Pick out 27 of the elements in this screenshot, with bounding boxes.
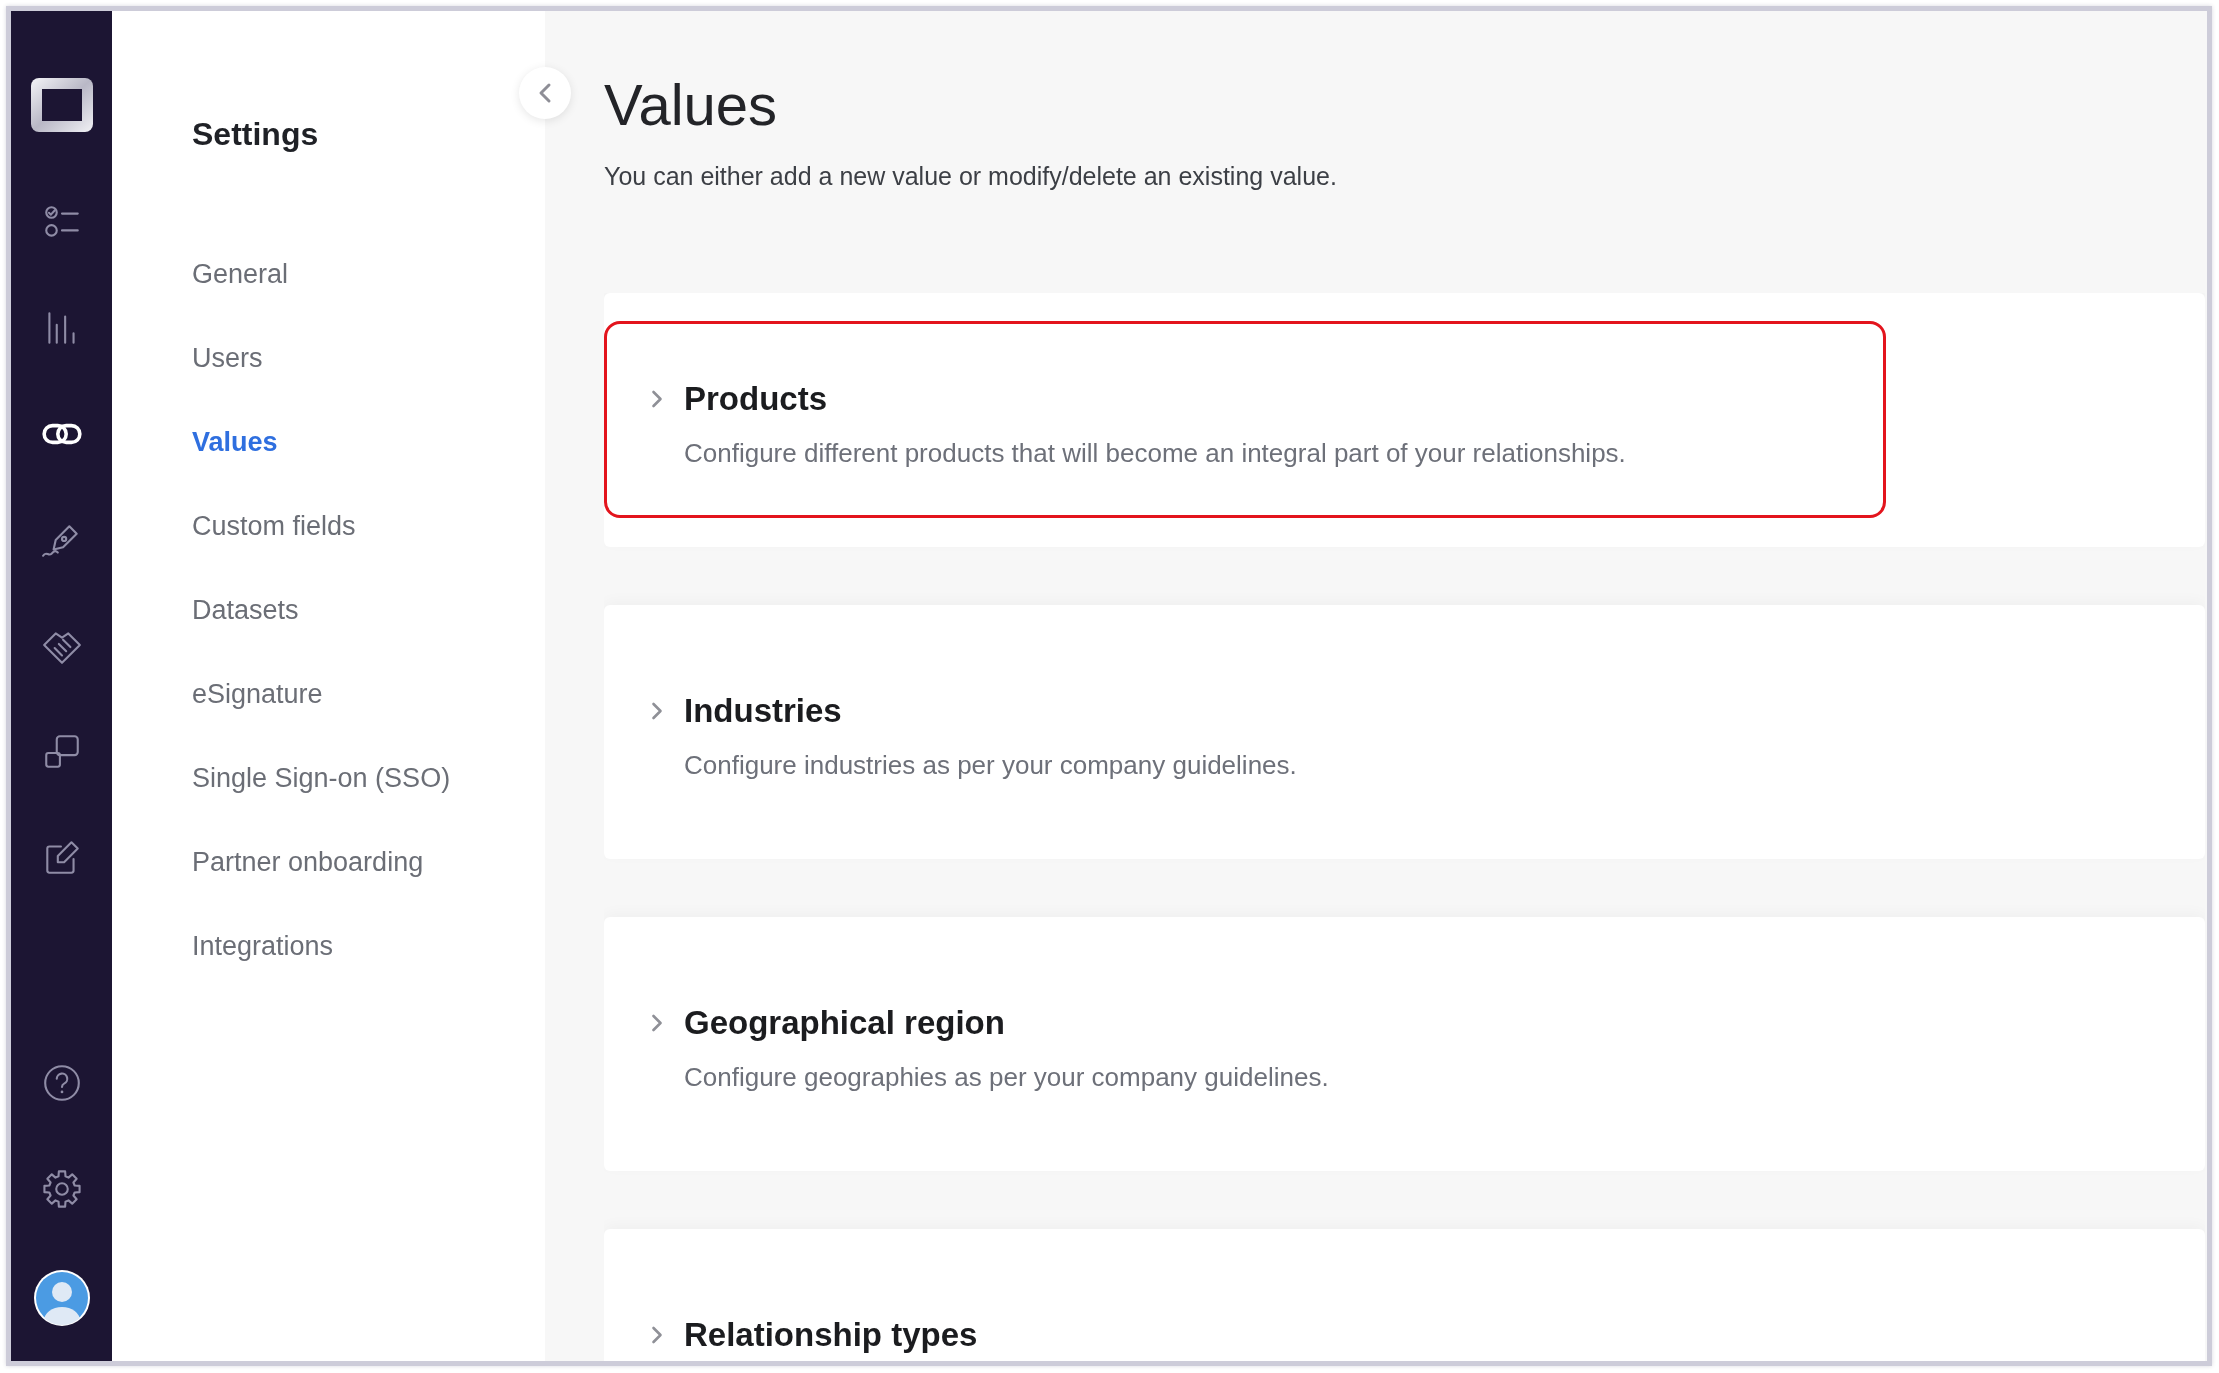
sidebar-item[interactable]: General [192, 232, 289, 316]
value-group-description: Configure different products that will become an integral part of your relationships. [684, 437, 1626, 470]
value-group-title: Products [684, 379, 828, 419]
value-group-description: Configure industries as per your company guidelines. [684, 749, 1297, 782]
chevron-left-icon [538, 82, 552, 104]
chevron-right-icon[interactable] [651, 1325, 663, 1345]
sidebar-item[interactable]: Integrations [192, 904, 334, 988]
app-logo [30, 78, 93, 132]
sidebar-item[interactable]: Single Sign-on (SSO) [192, 736, 451, 820]
value-group-title: Relationship types [684, 1315, 978, 1355]
sidebar-item[interactable]: eSignature [192, 652, 323, 736]
sidebar-item[interactable]: Datasets [192, 568, 299, 652]
settings-icon[interactable] [40, 1168, 83, 1210]
chevron-right-icon[interactable] [651, 701, 663, 721]
value-group-title: Industries [684, 691, 842, 731]
sidebar-title: Settings [192, 115, 319, 154]
sidebar-item[interactable]: Values [192, 400, 278, 484]
sidebar-item[interactable]: Partner onboarding [192, 820, 424, 904]
sidebar-item[interactable]: Custom fields [192, 484, 356, 568]
user-avatar[interactable] [32, 1269, 91, 1327]
chevron-right-icon[interactable] [651, 389, 663, 409]
sidebar-item[interactable]: Users [192, 316, 263, 400]
chevron-right-icon[interactable] [651, 1013, 663, 1033]
page-subtitle: You can either add a new value or modify/delete an existing value. [604, 161, 1337, 192]
value-group-title: Geographical region [684, 1003, 1005, 1043]
page-title: Values [604, 72, 778, 138]
value-group-description: Configure geographies as per your company guidelines. [684, 1061, 1329, 1094]
